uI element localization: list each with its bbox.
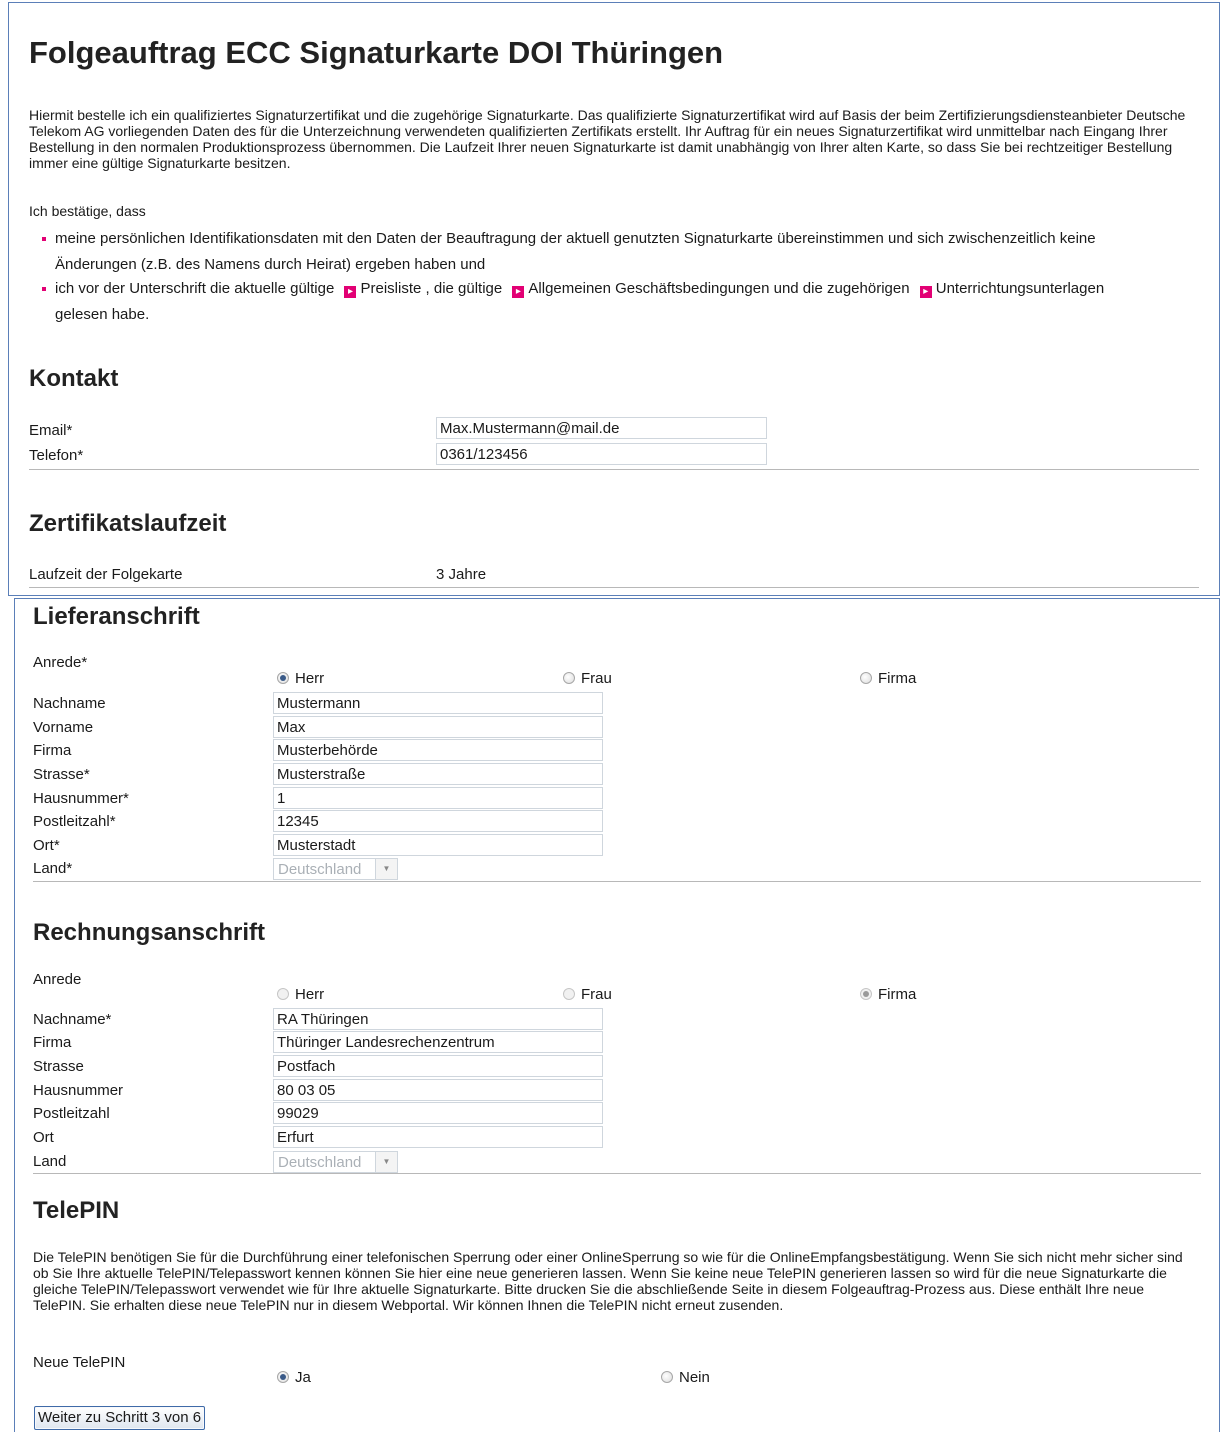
radio-selected-icon[interactable] (277, 1371, 289, 1383)
liefer-hausnummer-label: Hausnummer* (33, 790, 129, 807)
telepin-ja[interactable]: Ja (277, 1369, 311, 1386)
liefer-strasse-field[interactable]: Musterstraße (273, 763, 603, 785)
liefer-vorname-field[interactable]: Max (273, 716, 603, 738)
rechnung-firma-label: Firma (33, 1034, 72, 1051)
telepin-nein[interactable]: Nein (661, 1369, 710, 1386)
liefer-ort-label: Ort* (33, 837, 60, 854)
rechnung-strasse-label: Strasse (33, 1058, 84, 1075)
liefer-hausnummer-field[interactable]: 1 (273, 787, 603, 809)
laufzeit-label: Laufzeit der Folgekarte (29, 566, 183, 583)
radio-label: Nein (679, 1369, 710, 1386)
confirm-bullet-2: ich vor der Unterschrift die aktuelle gü… (55, 276, 1215, 328)
radio-selected-icon[interactable] (277, 672, 289, 684)
divider (33, 1173, 1201, 1174)
rechnung-land-label: Land (33, 1153, 67, 1170)
rechnung-plz-label: Postleitzahl (33, 1105, 110, 1122)
bullet-2-text-mid1: , die gültige (425, 280, 503, 297)
liefer-anrede-frau[interactable]: Frau (563, 670, 612, 687)
order-panel-bottom: Lieferanschrift Anrede* Herr Frau Firma … (14, 598, 1220, 1432)
bullet-1-line-2: Änderungen (z.B. des Namens durch Heirat… (55, 256, 486, 273)
divider (29, 469, 1199, 470)
link-arrow-icon: ▸ (919, 286, 932, 298)
radio-unselected-icon[interactable] (860, 672, 872, 684)
kontakt-title: Kontakt (29, 365, 119, 392)
preisliste-link[interactable]: Preisliste (360, 280, 421, 297)
bullet-2-text-mid2: und die zugehörigen (773, 280, 910, 297)
rechnung-ort-field[interactable]: Erfurt (273, 1126, 603, 1148)
liefer-firma-label: Firma (33, 742, 72, 759)
bullet-1-line-1: meine persönlichen Identifikationsdaten … (55, 230, 1096, 247)
link-arrow-icon: ▸ (344, 286, 357, 298)
page-title: Folgeauftrag ECC Signaturkarte DOI Thüri… (29, 35, 724, 70)
rechnung-anrede-label: Anrede (33, 971, 82, 988)
telepin-title: TelePIN (33, 1197, 120, 1224)
liefer-anrede-firma[interactable]: Firma (860, 670, 916, 687)
liefer-vorname-label: Vorname (33, 719, 94, 736)
laufzeit-value: 3 Jahre (436, 566, 487, 583)
rechnung-anrede-frau[interactable]: Frau (563, 986, 612, 1003)
liefer-firma-field[interactable]: Musterbehörde (273, 739, 603, 761)
liefer-land-select[interactable]: Deutschland ▼ (273, 858, 398, 880)
rechnung-ort-label: Ort (33, 1129, 54, 1146)
chevron-down-icon[interactable]: ▼ (375, 1152, 397, 1172)
radio-unselected-icon[interactable] (277, 988, 289, 1000)
radio-selected-icon[interactable] (860, 988, 872, 1000)
liefer-anrede-label: Anrede* (33, 654, 88, 671)
radio-unselected-icon[interactable] (563, 672, 575, 684)
liefer-nachname-field[interactable]: Mustermann (273, 692, 603, 714)
rechnung-nachname-field[interactable]: RA Thüringen (273, 1008, 603, 1030)
liefer-land-value: Deutschland (278, 861, 362, 878)
order-panel-top: Folgeauftrag ECC Signaturkarte DOI Thüri… (8, 2, 1220, 596)
telepin-text: Die TelePIN benötigen Sie für die Durchf… (33, 1249, 1183, 1313)
rechnung-anrede-firma[interactable]: Firma (860, 986, 916, 1003)
liefer-nachname-label: Nachname (33, 695, 106, 712)
bullet-2-line-2: gelesen habe. (55, 306, 150, 323)
liefer-ort-field[interactable]: Musterstadt (273, 834, 603, 856)
link-arrow-icon: ▸ (512, 286, 525, 298)
rechnung-land-select[interactable]: Deutschland ▼ (273, 1151, 398, 1173)
liefer-land-label: Land* (33, 860, 73, 877)
confirm-heading: Ich bestätige, dass (29, 203, 146, 219)
radio-label: Frau (581, 986, 612, 1003)
bullet-marker (42, 287, 46, 291)
liefer-strasse-label: Strasse* (33, 766, 90, 783)
radio-label: Herr (295, 986, 325, 1003)
telefon-label: Telefon* (29, 447, 84, 464)
radio-label: Firma (878, 670, 917, 687)
rechnung-plz-field[interactable]: 99029 (273, 1102, 603, 1124)
bullet-2-text-pre: ich vor der Unterschrift die aktuelle gü… (55, 280, 335, 297)
liefer-plz-field[interactable]: 12345 (273, 810, 603, 832)
radio-label: Ja (295, 1369, 311, 1386)
divider (29, 587, 1199, 588)
rechnung-hausnummer-label: Hausnummer (33, 1082, 124, 1099)
rechnung-land-value: Deutschland (278, 1154, 362, 1171)
liefer-title: Lieferanschrift (33, 603, 200, 630)
rechnung-nachname-label: Nachname* (33, 1011, 112, 1028)
rechnung-firma-field[interactable]: Thüringer Landesrechenzentrum (273, 1031, 603, 1053)
email-field[interactable]: Max.Mustermann@mail.de (436, 417, 767, 439)
chevron-down-icon[interactable]: ▼ (375, 859, 397, 879)
telepin-label: Neue TelePIN (33, 1354, 126, 1371)
intro-text: Hiermit bestelle ich ein qualifiziertes … (29, 107, 1186, 171)
radio-unselected-icon[interactable] (563, 988, 575, 1000)
rechnung-hausnummer-field[interactable]: 80 03 05 (273, 1079, 603, 1101)
liefer-plz-label: Postleitzahl* (33, 813, 116, 830)
confirm-bullet-1: meine persönlichen Identifikationsdaten … (55, 226, 1205, 278)
laufzeit-title: Zertifikatslaufzeit (29, 510, 227, 537)
telefon-field[interactable]: 0361/123456 (436, 443, 767, 465)
liefer-anrede-herr[interactable]: Herr (277, 670, 324, 687)
rechnung-title: Rechnungsanschrift (33, 919, 266, 946)
email-label: Email* (29, 422, 73, 439)
agb-link[interactable]: Allgemeinen Geschäftsbedingungen (528, 280, 769, 297)
radio-unselected-icon[interactable] (661, 1371, 673, 1383)
rechnung-anrede-herr[interactable]: Herr (277, 986, 324, 1003)
radio-label: Frau (581, 670, 612, 687)
unterrichtung-link[interactable]: Unterrichtungsunterlagen (936, 280, 1104, 297)
next-step-button[interactable]: Weiter zu Schritt 3 von 6 (34, 1406, 206, 1430)
bullet-marker (42, 237, 46, 241)
radio-label: Herr (295, 670, 325, 687)
divider (33, 881, 1201, 882)
rechnung-strasse-field[interactable]: Postfach (273, 1055, 603, 1077)
radio-label: Firma (878, 986, 917, 1003)
